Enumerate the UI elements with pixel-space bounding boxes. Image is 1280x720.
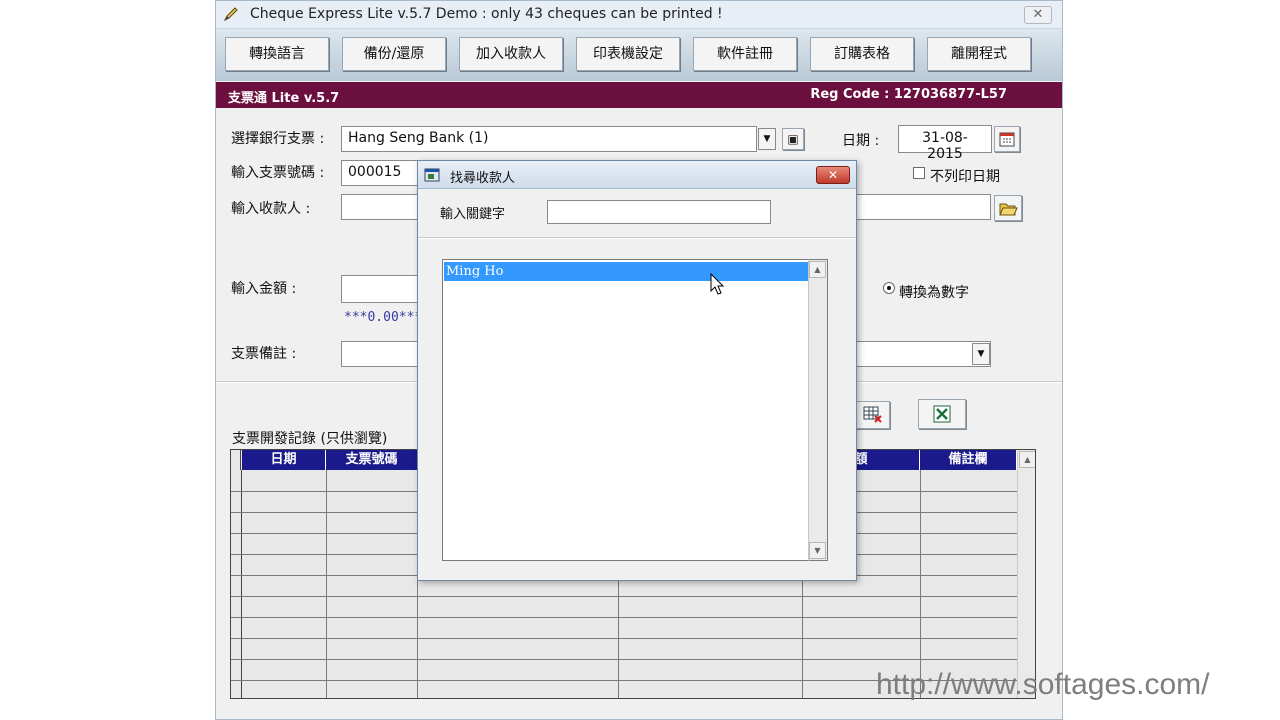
exit-button[interactable]: 離開程式 [927, 37, 1031, 71]
language-button[interactable]: 轉換語言 [225, 37, 329, 71]
folder-open-icon [999, 203, 1018, 216]
table-scrollbar[interactable]: ▲ [1017, 450, 1035, 698]
app-window-icon [424, 168, 440, 182]
table-row [231, 638, 1017, 639]
amount-in-words: ***0.00*** [344, 310, 423, 325]
dialog-title: 找尋收款人 [450, 171, 516, 186]
printer-settings-button[interactable]: 印表機設定 [576, 37, 680, 71]
scroll-down-icon[interactable]: ▼ [809, 542, 826, 559]
list-item[interactable]: Ming Ho [444, 262, 808, 281]
table-row [231, 596, 1017, 597]
remark-dropdown-arrow[interactable]: ▼ [972, 343, 990, 365]
remark-label: 支票備註 : [231, 346, 297, 362]
date-field[interactable]: 31-08-2015 [898, 125, 992, 162]
column-header-notes[interactable]: 備註欄 [920, 450, 1017, 470]
delete-table-icon [863, 406, 882, 423]
export-excel-button[interactable] [918, 399, 966, 429]
add-payee-button[interactable]: 加入收款人 [459, 37, 563, 71]
cheque-no-field[interactable]: 000015 [341, 160, 419, 186]
keyword-label: 輸入關鍵字 [440, 207, 506, 222]
calendar-icon [999, 132, 1015, 147]
bank-label: 選擇銀行支票 : [231, 131, 325, 147]
bank-select[interactable]: Hang Seng Bank (1) [341, 126, 757, 152]
row-header-corner [231, 450, 241, 470]
convert-to-number-radio[interactable] [883, 282, 895, 294]
banner: 支票通 Lite v.5.7 Reg Code : 127036877-L57 [216, 82, 1062, 108]
table-row [231, 659, 1017, 660]
payee-results-list[interactable]: Ming Ho [442, 259, 828, 561]
find-payee-dialog: 找尋收款人 ✕ 輸入關鍵字 Ming Ho ▲ ▼ [417, 160, 857, 581]
bank-edit-button[interactable]: ▣ [782, 128, 804, 150]
mouse-cursor-icon [710, 273, 725, 295]
calendar-button[interactable] [994, 126, 1020, 152]
column-header-cheque-no[interactable]: 支票號碼 [326, 450, 418, 470]
payee-label: 輸入收款人 : [231, 201, 311, 217]
excel-icon [933, 405, 951, 423]
window-close-button[interactable]: ✕ [1024, 6, 1052, 24]
dialog-divider [418, 237, 856, 239]
keyword-input[interactable] [547, 200, 771, 224]
table-row [231, 617, 1017, 618]
backup-restore-button[interactable]: 備份/還原 [342, 37, 446, 71]
delete-record-button[interactable] [856, 401, 890, 429]
title-bar: Cheque Express Lite v.5.7 Demo : only 43… [216, 1, 1062, 29]
toolbar: 轉換語言 備份/還原 加入收款人 印表機設定 軟件註冊 訂購表格 離開程式 [216, 29, 1062, 81]
cheque-icon: ▣ [787, 132, 799, 146]
amount-field[interactable] [341, 275, 421, 303]
list-scrollbar[interactable]: ▲ ▼ [808, 259, 828, 561]
scroll-up-icon[interactable]: ▲ [809, 261, 826, 278]
app-name: 支票通 Lite v.5.7 [228, 91, 340, 106]
cheque-no-label: 輸入支票號碼 : [231, 165, 325, 181]
scroll-up-icon[interactable]: ▲ [1019, 451, 1035, 468]
no-print-date-checkbox[interactable] [913, 167, 925, 179]
convert-to-number-label: 轉換為數字 [899, 285, 969, 301]
dialog-title-bar: 找尋收款人 ✕ [418, 161, 856, 189]
dialog-close-button[interactable]: ✕ [816, 166, 850, 184]
pen-icon [223, 7, 238, 22]
amount-label: 輸入金額 : [231, 281, 297, 297]
reg-code: Reg Code : 127036877-L57 [810, 87, 1007, 102]
bank-dropdown-arrow[interactable]: ▼ [758, 128, 776, 150]
date-label: 日期 : [842, 133, 880, 149]
column-header-date[interactable]: 日期 [242, 450, 326, 470]
watermark-url: http://www.softages.com/ [876, 668, 1210, 701]
no-print-date-label: 不列印日期 [930, 169, 1000, 185]
payee-open-button[interactable] [994, 195, 1022, 221]
register-button[interactable]: 軟件註冊 [693, 37, 797, 71]
window-title: Cheque Express Lite v.5.7 Demo : only 43… [250, 6, 723, 22]
records-title: 支票開發記錄 (只供瀏覽) [232, 431, 388, 447]
order-form-button[interactable]: 訂購表格 [810, 37, 914, 71]
